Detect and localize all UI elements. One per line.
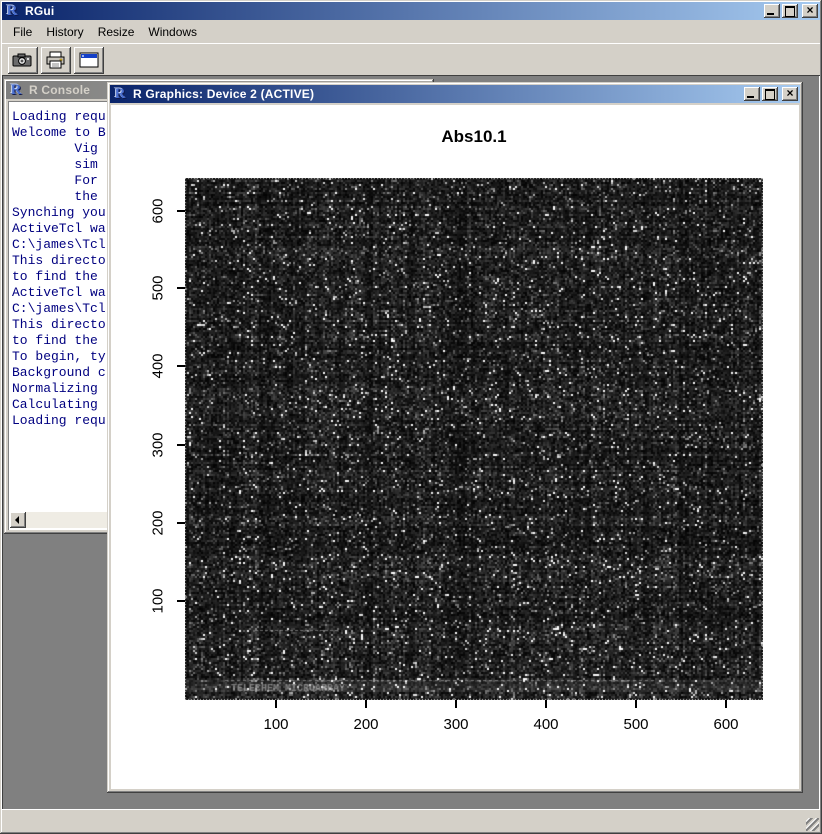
camera-icon [12,52,34,68]
y-tick-label: 200 [150,510,167,535]
x-tick [545,700,547,708]
y-tick [177,600,185,602]
y-tick-label: 400 [150,353,167,378]
camera-toolbar-button[interactable] [8,47,38,74]
y-tick-label: 500 [150,275,167,300]
r-logo-icon: R [112,87,128,102]
close-icon: × [802,3,818,17]
resize-grip[interactable] [806,818,819,831]
y-tick-label: 600 [150,198,167,223]
console-title: R Console [27,83,90,97]
main-close-button[interactable]: × [802,4,818,18]
y-tick [177,287,185,289]
main-minimize-button[interactable] [764,4,780,18]
r-logo-icon: R [8,83,24,98]
x-tick-label: 100 [263,716,288,733]
printer-icon [45,51,67,69]
statusbar [2,809,820,832]
menu-item-resize[interactable]: Resize [91,22,142,42]
y-tick-label: 300 [150,432,167,457]
menu-item-history[interactable]: History [39,22,90,42]
menu-item-file[interactable]: File [6,22,39,42]
y-tick-label: 100 [150,588,167,613]
graphics-window: R R Graphics: Device 2 (ACTIVE) × Abs10.… [107,82,803,793]
graphics-title: R Graphics: Device 2 (ACTIVE) [131,87,314,101]
minimize-icon [747,96,754,98]
r-logo-icon[interactable]: R [4,4,20,19]
plot-area: Abs10.1 600 500 400 300 200 100 [111,105,799,789]
mdi-workspace: R R Console Loading requ Welcome to B Vi… [2,75,820,810]
y-tick [177,365,185,367]
maximize-icon [785,6,795,17]
console-window-toolbar-button[interactable] [74,47,104,74]
menu-item-windows[interactable]: Windows [141,22,204,42]
maximize-icon [765,89,775,100]
minimize-icon [767,13,774,15]
x-tick-label: 500 [623,716,648,733]
x-tick [365,700,367,708]
main-titlebar[interactable]: R RGui × [2,2,820,20]
x-tick [455,700,457,708]
graphics-close-button[interactable]: × [782,87,798,101]
x-tick-label: 400 [533,716,558,733]
x-tick-label: 200 [353,716,378,733]
main-maximize-button[interactable] [782,4,798,18]
plot-title: Abs10.1 [185,127,763,147]
toolbar [2,43,820,76]
graphics-maximize-button[interactable] [762,87,778,101]
x-tick [275,700,277,708]
print-toolbar-button[interactable] [41,47,71,74]
graphics-titlebar[interactable]: R R Graphics: Device 2 (ACTIVE) × [110,85,800,103]
y-tick [177,522,185,524]
x-tick [725,700,727,708]
x-tick-label: 300 [443,716,468,733]
x-tick-label: 600 [713,716,738,733]
rgui-window: R RGui × File History Resize Windows [0,0,822,834]
y-tick [177,210,185,212]
scroll-left-button[interactable] [10,512,26,528]
microarray-plot-image [185,178,763,700]
graphics-minimize-button[interactable] [744,87,760,101]
close-icon: × [782,86,798,100]
window-title: RGui [23,4,54,18]
y-tick [177,444,185,446]
console-window-icon [79,52,99,68]
arrow-left-icon [15,516,19,524]
menubar: File History Resize Windows [2,21,820,43]
x-tick [635,700,637,708]
